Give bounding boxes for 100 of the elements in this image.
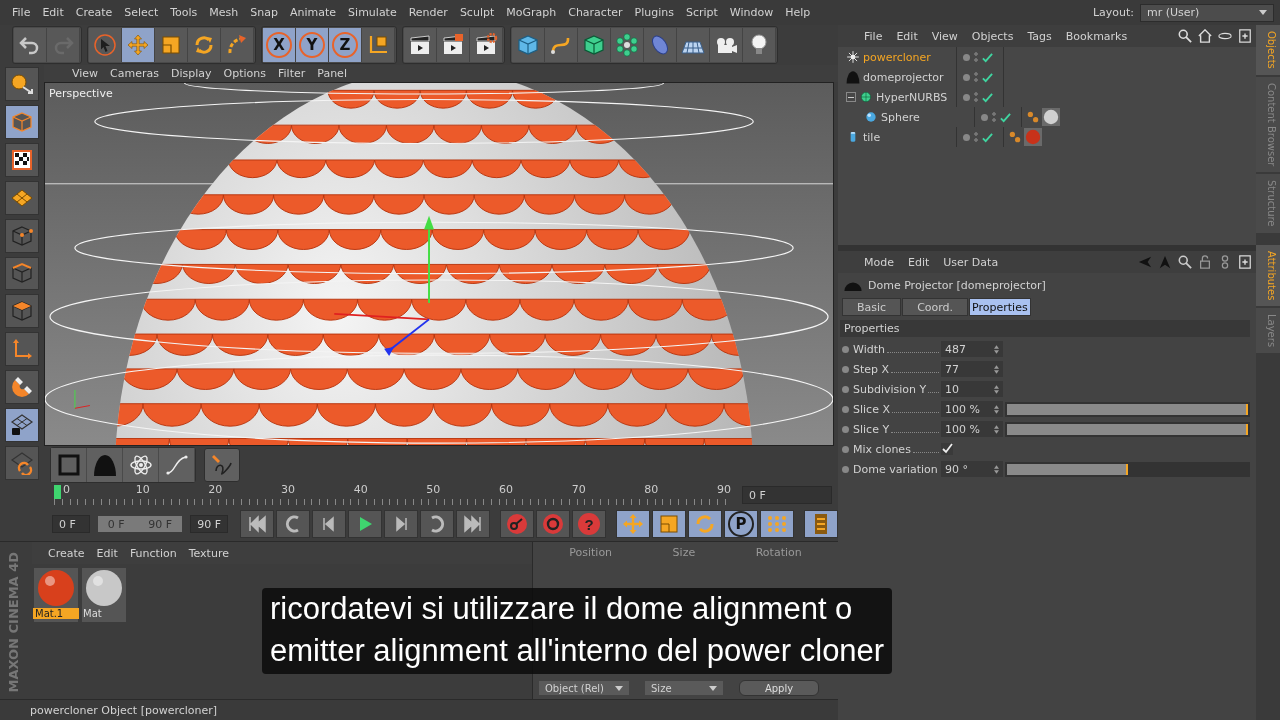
transport-button[interactable] — [276, 510, 310, 538]
menu-item[interactable]: Snap — [244, 6, 284, 19]
checkmark-icon[interactable] — [1000, 111, 1011, 123]
menu-item[interactable]: MoGraph — [500, 6, 563, 19]
transport-button[interactable] — [804, 510, 838, 538]
menu-item[interactable]: Animate — [284, 6, 343, 19]
menu-item[interactable]: Window — [723, 6, 780, 19]
checkmark-icon[interactable] — [982, 71, 993, 83]
menu-item[interactable]: Character — [562, 6, 629, 19]
dots-tag-icon[interactable] — [1008, 130, 1022, 144]
number-field[interactable]: 487 — [941, 341, 1003, 357]
menu-item[interactable]: Edit — [902, 255, 936, 269]
number-field[interactable]: 100 % — [941, 401, 1003, 417]
tool-button[interactable]: X — [263, 28, 296, 62]
tool-button[interactable] — [437, 28, 470, 62]
visibility-dot[interactable] — [963, 93, 970, 101]
material-swatch[interactable]: Mat — [82, 568, 126, 622]
search-icon[interactable] — [1178, 255, 1192, 269]
object-button[interactable] — [159, 447, 195, 482]
spinner-icon[interactable] — [994, 464, 999, 474]
render-dots[interactable] — [974, 51, 978, 63]
checkmark-icon[interactable] — [982, 91, 993, 103]
layout-dropdown[interactable]: mr (User) — [1140, 3, 1274, 22]
coordinate-mode-dropdown[interactable]: Object (Rel) — [539, 681, 629, 695]
menu-item[interactable]: Tools — [164, 6, 204, 19]
menu-item[interactable]: Help — [779, 6, 817, 19]
transport-button[interactable] — [536, 510, 570, 538]
animation-dot[interactable] — [842, 345, 849, 353]
transport-button[interactable] — [240, 510, 274, 538]
menu-item[interactable]: Bookmarks — [1059, 29, 1134, 43]
animation-dot[interactable] — [842, 365, 849, 373]
menu-item[interactable]: Simulate — [342, 6, 403, 19]
collapse-toggle[interactable] — [846, 92, 856, 102]
material-swatch[interactable]: Mat.1 — [34, 568, 78, 622]
visibility-dot[interactable] — [963, 53, 970, 61]
tab[interactable]: Coord. — [902, 298, 969, 316]
object-name[interactable]: tile — [863, 130, 881, 144]
transport-button[interactable] — [348, 510, 382, 538]
menu-item[interactable]: Script — [679, 6, 724, 19]
side-tab[interactable]: Attributes — [1256, 244, 1280, 307]
tab[interactable]: Basic — [842, 298, 902, 316]
new-panel-icon[interactable] — [1238, 29, 1252, 43]
menu-item[interactable]: File — [858, 29, 889, 43]
number-field[interactable]: 90 ° — [941, 461, 1003, 477]
mode-button[interactable] — [5, 408, 39, 443]
menu-item[interactable]: Mesh — [203, 6, 245, 19]
mode-button[interactable] — [5, 180, 39, 215]
dots-tag-icon[interactable] — [1026, 110, 1040, 124]
viewport[interactable]: Perspective — [44, 81, 834, 447]
render-dots[interactable] — [974, 91, 978, 103]
transport-button[interactable]: P — [724, 510, 758, 538]
menu-item[interactable]: Options — [217, 66, 272, 80]
menu-item[interactable]: Create — [42, 546, 91, 560]
menu-item[interactable]: Select — [118, 6, 165, 19]
animation-dot[interactable] — [842, 405, 849, 413]
checkmark-icon[interactable] — [982, 131, 993, 143]
transport-button[interactable] — [420, 510, 454, 538]
tool-button[interactable]: Z — [329, 28, 362, 62]
end-frame-field[interactable]: 90 F — [190, 515, 228, 533]
transport-button[interactable] — [652, 510, 686, 538]
render-dots[interactable] — [974, 71, 978, 83]
menu-item[interactable]: Plugins — [628, 6, 680, 19]
tool-button[interactable] — [14, 28, 47, 62]
spinner-icon[interactable] — [994, 344, 999, 354]
menu-item[interactable]: File — [6, 6, 37, 19]
visibility-dot[interactable] — [963, 133, 970, 141]
checkbox[interactable] — [941, 443, 953, 455]
tool-button[interactable] — [404, 28, 437, 62]
animation-dot[interactable] — [842, 465, 849, 473]
tool-button[interactable] — [710, 28, 743, 62]
start-frame-field[interactable]: 0 F — [52, 515, 90, 533]
mode-button[interactable] — [5, 67, 39, 101]
current-frame-field[interactable]: 0 F — [742, 486, 832, 504]
render-dots[interactable] — [992, 111, 996, 123]
menu-item[interactable]: Panel — [311, 66, 353, 80]
lock-icon[interactable] — [1198, 255, 1212, 269]
tool-button[interactable]: Y — [296, 28, 329, 62]
mode-button[interactable] — [5, 370, 39, 405]
spinner-icon[interactable] — [994, 384, 999, 394]
tool-button[interactable] — [677, 28, 710, 62]
slider-fill[interactable] — [1007, 463, 1128, 475]
transport-button[interactable] — [500, 510, 534, 538]
menu-item[interactable]: Edit — [90, 546, 124, 560]
menu-item[interactable]: Edit — [36, 6, 70, 19]
transport-button[interactable] — [760, 510, 794, 538]
menu-item[interactable]: Cameras — [104, 66, 165, 80]
menu-item[interactable]: Objects — [965, 29, 1020, 43]
menu-item[interactable]: Filter — [272, 66, 312, 80]
menu-item[interactable]: Function — [123, 546, 183, 560]
tool-button[interactable] — [611, 28, 644, 62]
number-field[interactable]: 10 — [941, 381, 1003, 397]
object-name[interactable]: domeprojector — [863, 70, 944, 84]
spinner-icon[interactable] — [994, 424, 999, 434]
render-dots[interactable] — [974, 131, 978, 143]
menu-item[interactable]: Tags — [1021, 29, 1058, 43]
transport-button[interactable] — [312, 510, 346, 538]
transport-button[interactable] — [616, 510, 650, 538]
menu-item[interactable]: Render — [402, 6, 454, 19]
transport-button[interactable] — [688, 510, 722, 538]
size-mode-dropdown[interactable]: Size — [645, 681, 723, 695]
